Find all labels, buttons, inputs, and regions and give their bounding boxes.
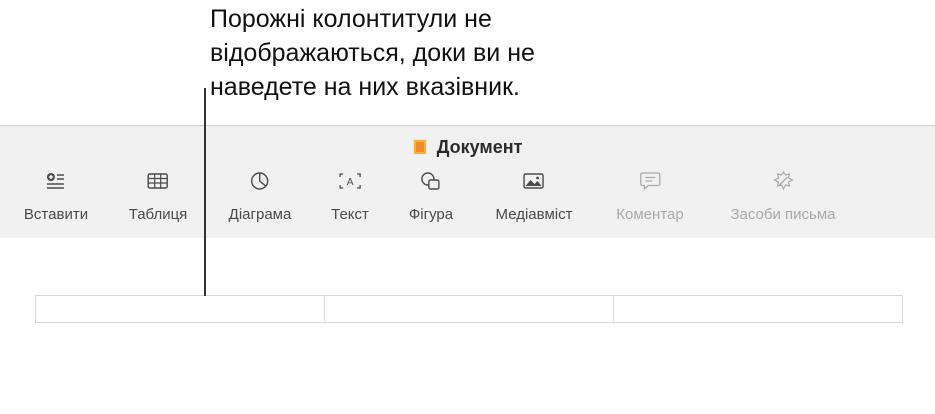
page: Порожні колонтитули не відображаються, д… bbox=[0, 0, 935, 414]
insert-label: Вставити bbox=[23, 206, 89, 223]
text-box-icon: A bbox=[338, 170, 362, 192]
shape-label: Фігура bbox=[408, 206, 454, 223]
header-field-center[interactable] bbox=[325, 296, 614, 322]
callout-text: Порожні колонтитули не відображаються, д… bbox=[210, 5, 535, 101]
document-icon bbox=[412, 139, 427, 155]
writing-tools-button[interactable]: Засоби письма bbox=[730, 170, 836, 223]
chart-button[interactable]: Діаграма bbox=[228, 170, 292, 223]
shape-icon bbox=[419, 170, 443, 192]
toolbar: Документ Вставити Таблиця Діаграма A Тек… bbox=[0, 125, 935, 238]
svg-text:A: A bbox=[347, 177, 354, 188]
writing-tools-label: Засоби письма bbox=[730, 206, 836, 223]
table-label: Таблиця bbox=[128, 206, 188, 223]
media-icon bbox=[522, 170, 546, 192]
comment-label: Коментар bbox=[616, 206, 684, 223]
text-label: Текст bbox=[331, 206, 369, 223]
header-fields bbox=[35, 295, 903, 323]
comment-button[interactable]: Коментар bbox=[616, 170, 684, 223]
callout-pointer-line bbox=[204, 88, 206, 296]
insert-button[interactable]: Вставити bbox=[24, 170, 88, 223]
header-field-left[interactable] bbox=[36, 296, 325, 322]
writing-tools-icon bbox=[771, 170, 795, 192]
chart-icon bbox=[248, 170, 272, 192]
media-button[interactable]: Медіавміст bbox=[495, 170, 573, 223]
media-label: Медіавміст bbox=[495, 206, 573, 223]
shape-button[interactable]: Фігура bbox=[409, 170, 453, 223]
text-button[interactable]: A Текст bbox=[331, 170, 369, 223]
table-icon bbox=[146, 170, 170, 192]
chart-label: Діаграма bbox=[228, 206, 292, 223]
table-button[interactable]: Таблиця bbox=[128, 170, 188, 223]
comment-icon bbox=[638, 170, 662, 192]
header-field-right[interactable] bbox=[614, 296, 902, 322]
window-title: Документ bbox=[436, 136, 523, 157]
insert-icon bbox=[44, 170, 68, 192]
title-bar: Документ bbox=[0, 136, 935, 158]
